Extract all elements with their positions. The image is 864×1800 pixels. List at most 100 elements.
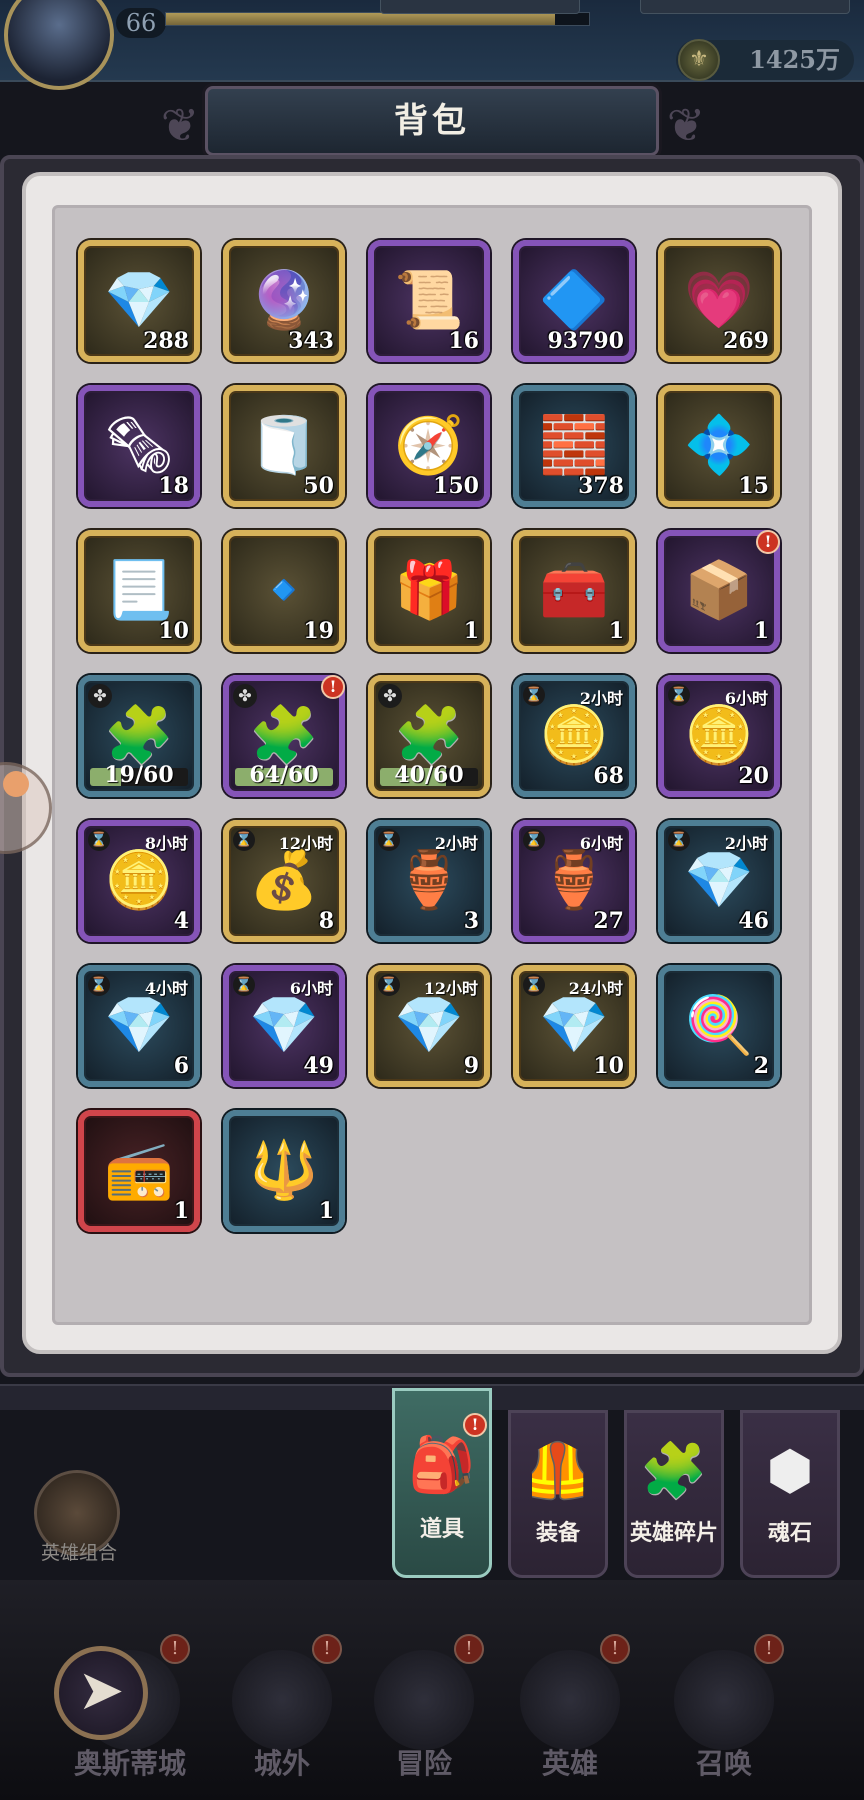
alert-badge: ! <box>754 1634 784 1664</box>
item-count: 16 <box>448 328 479 354</box>
inventory-item[interactable]: 🎁 1 <box>368 530 490 652</box>
item-count: 10 <box>593 1053 624 1079</box>
inventory-item[interactable]: 🍭 2 <box>658 965 780 1087</box>
hourglass-icon: ⌛ <box>88 829 110 851</box>
inventory-item[interactable]: 🏺 ⌛ 2小时 3 <box>368 820 490 942</box>
back-button[interactable]: ➤ <box>54 1646 148 1740</box>
inventory-item[interactable]: 💎 ⌛ 6小时 49 <box>223 965 345 1087</box>
inventory-item[interactable]: 🧭 150 <box>368 385 490 507</box>
nav-item-outskirts[interactable]: 城外! <box>212 1630 352 1800</box>
inventory-item[interactable]: 🏺 ⌛ 6小时 27 <box>513 820 635 942</box>
fragment-icon: 🧩 <box>640 1439 708 1502</box>
inventory-item[interactable]: 🪙 ⌛ 2小时 68 <box>513 675 635 797</box>
item-count: 1 <box>753 618 769 644</box>
hourglass-icon: ⌛ <box>668 829 690 851</box>
item-count: 1 <box>608 618 624 644</box>
item-count: 1 <box>318 1198 334 1224</box>
hourglass-icon: ⌛ <box>523 684 545 706</box>
inventory-item[interactable]: 📻 1 <box>78 1110 200 1232</box>
item-timer: 8小时 <box>144 834 188 853</box>
alert-badge: ! <box>312 1634 342 1664</box>
gold-display[interactable]: ⚜ 1425万 <box>676 39 854 81</box>
inventory-item[interactable]: 💎 288 <box>78 240 200 362</box>
inventory-item[interactable]: 💎 ⌛ 12小时 9 <box>368 965 490 1087</box>
item-timer: 2小时 <box>434 834 478 853</box>
item-count: 3 <box>463 908 479 934</box>
inventory-item[interactable]: 💰 ⌛ 12小时 8 <box>223 820 345 942</box>
inventory-item[interactable]: 📜 16 <box>368 240 490 362</box>
coin-icon: ⚜ <box>678 39 720 81</box>
item-count: 9 <box>463 1053 479 1079</box>
inventory-item[interactable]: 🧰 1 <box>513 530 635 652</box>
tab-items[interactable]: 🎒 道具! <box>392 1388 492 1578</box>
item-timer: 24小时 <box>568 979 623 998</box>
inventory-item[interactable]: 💎 ⌛ 4小时 6 <box>78 965 200 1087</box>
top-status-bar: 66 ⚜ 1425万 <box>0 0 864 90</box>
nav-label: 奥斯蒂城 <box>73 1747 186 1780</box>
inventory-item[interactable]: 🔮 343 <box>223 240 345 362</box>
inventory-item[interactable]: 🗞 18 <box>78 385 200 507</box>
resource-box <box>640 0 850 14</box>
fragment-progress-text: 19/60 <box>104 762 174 788</box>
inventory-item[interactable]: 💎 ⌛ 2小时 46 <box>658 820 780 942</box>
inventory-item[interactable]: 🪙 ⌛ 6小时 20 <box>658 675 780 797</box>
item-count: 68 <box>593 763 624 789</box>
nav-label: 英雄 <box>541 1747 598 1780</box>
inventory-item[interactable]: 🧩 ✤ 19/60 <box>78 675 200 797</box>
item-count: 19 <box>303 618 334 644</box>
inventory-item[interactable]: 🔱 1 <box>223 1110 345 1232</box>
inventory-item[interactable]: 🧻 50 <box>223 385 345 507</box>
item-timer: 6小时 <box>724 689 768 708</box>
inventory-item[interactable]: 📦 1! <box>658 530 780 652</box>
resource-box <box>380 0 580 14</box>
item-count: 1 <box>173 1198 189 1224</box>
inventory-item[interactable]: 💠 15 <box>658 385 780 507</box>
inventory-item[interactable]: 🧩 ✤ 40/60 <box>368 675 490 797</box>
tab-hero-fragments[interactable]: 🧩 英雄碎片 <box>624 1410 724 1578</box>
fragment-progress-text: 64/60 <box>249 762 319 788</box>
inventory-item[interactable]: 🧱 378 <box>513 385 635 507</box>
puzzle-piece-icon: ✤ <box>88 684 112 708</box>
inventory-item[interactable]: 🔷 93790 <box>513 240 635 362</box>
nav-label: 冒险 <box>395 1747 452 1780</box>
gold-amount: 1425万 <box>749 45 840 74</box>
tab-label: 魂石 <box>767 1520 812 1546</box>
item-count: 2 <box>753 1053 769 1079</box>
item-count: 18 <box>158 473 189 499</box>
item-count: 343 <box>288 328 334 354</box>
hourglass-icon: ⌛ <box>523 829 545 851</box>
inventory-item[interactable]: 🪙 ⌛ 8小时 4 <box>78 820 200 942</box>
hourglass-icon: ⌛ <box>378 974 400 996</box>
alert-badge: ! <box>454 1634 484 1664</box>
tab-soul-stones[interactable]: ⬢ 魂石 <box>740 1410 840 1578</box>
tab-equipment[interactable]: 🦺 装备 <box>508 1410 608 1578</box>
inventory-item[interactable]: 💗 269 <box>658 240 780 362</box>
nav-item-heroes[interactable]: 英雄! <box>500 1630 640 1800</box>
page-title: 背包 <box>394 101 470 141</box>
inventory-item[interactable]: 🔹 19 <box>223 530 345 652</box>
fragment-progress-text: 40/60 <box>394 762 464 788</box>
nav-label: 召唤 <box>695 1747 752 1780</box>
inventory-item[interactable]: 📃 10 <box>78 530 200 652</box>
hourglass-icon: ⌛ <box>668 684 690 706</box>
item-timer: 6小时 <box>289 979 333 998</box>
item-count: 1 <box>463 618 479 644</box>
inventory-item[interactable]: 🧩 ✤ 64/60! <box>223 675 345 797</box>
item-timer: 2小时 <box>724 834 768 853</box>
item-count: 46 <box>738 908 769 934</box>
item-timer: 12小时 <box>423 979 478 998</box>
nav-image <box>674 1650 774 1750</box>
bag-icon: 🎒 <box>408 1433 476 1496</box>
hourglass-icon: ⌛ <box>88 974 110 996</box>
item-count: 269 <box>723 328 769 354</box>
page-title-plate: 背包 <box>205 86 659 156</box>
nav-item-summon[interactable]: 召唤! <box>654 1630 794 1800</box>
player-avatar[interactable] <box>4 0 114 90</box>
hourglass-icon: ⌛ <box>523 974 545 996</box>
back-arrow-icon: ➤ <box>77 1658 125 1723</box>
hero-combo-label: 英雄组合 <box>40 1542 117 1564</box>
item-count: 93790 <box>547 328 624 354</box>
nav-item-adventure[interactable]: 冒险! <box>354 1630 494 1800</box>
inventory-item[interactable]: 💎 ⌛ 24小时 10 <box>513 965 635 1087</box>
puzzle-piece-icon: ✤ <box>378 684 402 708</box>
